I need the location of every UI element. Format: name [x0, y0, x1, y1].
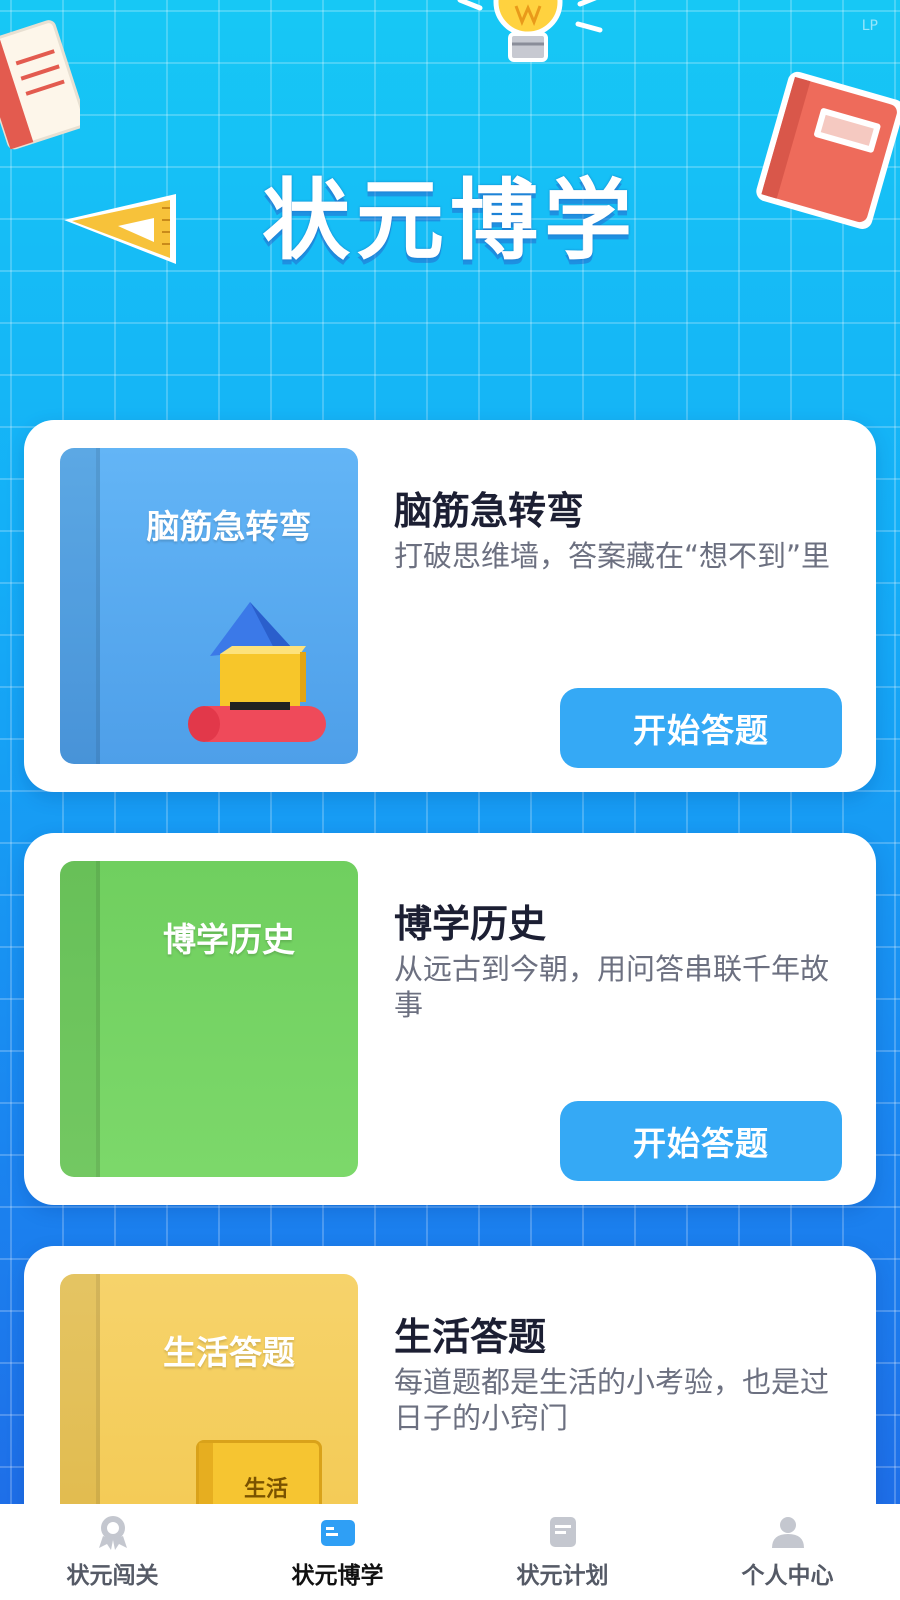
tab-challenge[interactable]: 状元闯关: [0, 1504, 225, 1600]
tab-label: 状元博学: [291, 1563, 384, 1589]
cover-spine-line: [96, 448, 100, 764]
medal-icon: [98, 1516, 127, 1550]
card-cover: 博学历史: [60, 861, 358, 1177]
card-title: 脑筋急转弯: [394, 489, 585, 533]
cover-title: 生活答题: [163, 1333, 295, 1372]
bottom-tab-bar: 状元闯关 状元博学 状元计划 个人中心: [0, 1504, 900, 1600]
start-quiz-button[interactable]: 开始答题: [560, 688, 842, 768]
cover-spine-line: [96, 861, 100, 1177]
card-title: 生活答题: [394, 1315, 547, 1359]
cover-spine: [60, 861, 100, 1177]
tab-knowledge[interactable]: 状元博学: [225, 1504, 450, 1600]
tab-plan[interactable]: 状元计划: [450, 1504, 675, 1600]
user-icon: [771, 1517, 804, 1548]
tab-profile[interactable]: 个人中心: [675, 1504, 900, 1600]
lightbulb-icon: [457, 0, 603, 62]
card-cover: 脑筋急转弯: [60, 448, 358, 764]
card-icon: [320, 1520, 355, 1546]
corner-tag: LP: [861, 18, 878, 34]
card-description: 打破思维墙，答案藏在“想不到”里: [394, 539, 831, 573]
tab-label: 状元闯关: [66, 1563, 159, 1589]
notebook-icon: [0, 20, 80, 150]
page-title: 状元博学: [261, 169, 638, 272]
blocks-illustration-icon: [188, 602, 326, 742]
start-quiz-button[interactable]: 开始答题: [560, 1101, 842, 1181]
quiz-card-history: 博学历史 博学历史 从远古到今朝，用问答串联千年故事 开始答题: [24, 833, 876, 1205]
document-icon: [549, 1517, 576, 1547]
card-description: 从远古到今朝，用问答串联千年故事: [394, 952, 830, 1022]
quiz-card-brain-teaser: 脑筋急转弯 脑筋急转弯 打破思维墙，答案藏在“想不到”里 开始答题: [24, 420, 876, 792]
card-title: 博学历史: [394, 902, 547, 946]
inner-book-label: 生活: [243, 1477, 288, 1502]
card-description: 每道题都是生活的小考验，也是过日子的小窍门: [394, 1365, 830, 1435]
cover-spine: [60, 448, 100, 764]
cover-title: 脑筋急转弯: [146, 507, 312, 546]
tab-label: 状元计划: [516, 1563, 609, 1589]
tab-label: 个人中心: [741, 1563, 834, 1589]
cover-title: 博学历史: [163, 920, 295, 959]
app-screen: LP 状元博学 脑筋急转弯 脑筋急转弯 打破思维墙，答案藏在“想不到”里 开始答…: [0, 0, 900, 1600]
